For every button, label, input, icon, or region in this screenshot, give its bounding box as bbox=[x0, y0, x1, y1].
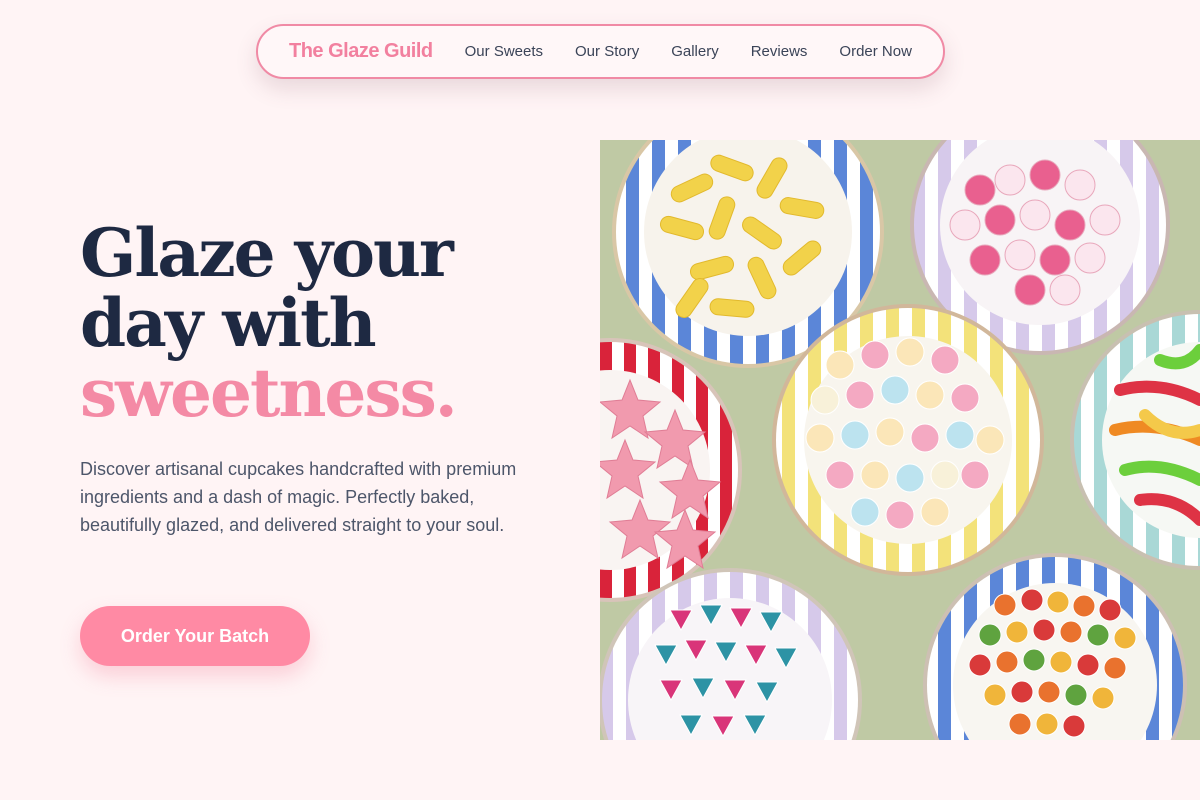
nav-links: Our Sweets Our Story Gallery Reviews Ord… bbox=[465, 43, 912, 60]
nav-link-reviews[interactable]: Reviews bbox=[751, 43, 808, 60]
headline-line-2: day with bbox=[80, 284, 377, 362]
order-your-batch-button[interactable]: Order Your Batch bbox=[80, 606, 310, 666]
nav-link-our-story[interactable]: Our Story bbox=[575, 43, 639, 60]
hero-candy-image bbox=[600, 140, 1200, 740]
nav-link-order-now[interactable]: Order Now bbox=[839, 43, 912, 60]
headline-accent: sweetness. bbox=[80, 354, 458, 432]
nav-link-our-sweets[interactable]: Our Sweets bbox=[465, 43, 543, 60]
brand-logo[interactable]: The Glaze Guild bbox=[289, 40, 433, 63]
headline-line-1: Glaze your bbox=[80, 214, 454, 292]
main-nav: The Glaze Guild Our Sweets Our Story Gal… bbox=[256, 24, 945, 79]
plate-pastel-heart-candies bbox=[772, 304, 1044, 576]
hero-description: Discover artisanal cupcakes handcrafted … bbox=[80, 459, 517, 535]
hero-headline: Glaze your day with sweetness. bbox=[80, 214, 458, 432]
nav-link-gallery[interactable]: Gallery bbox=[671, 43, 719, 60]
